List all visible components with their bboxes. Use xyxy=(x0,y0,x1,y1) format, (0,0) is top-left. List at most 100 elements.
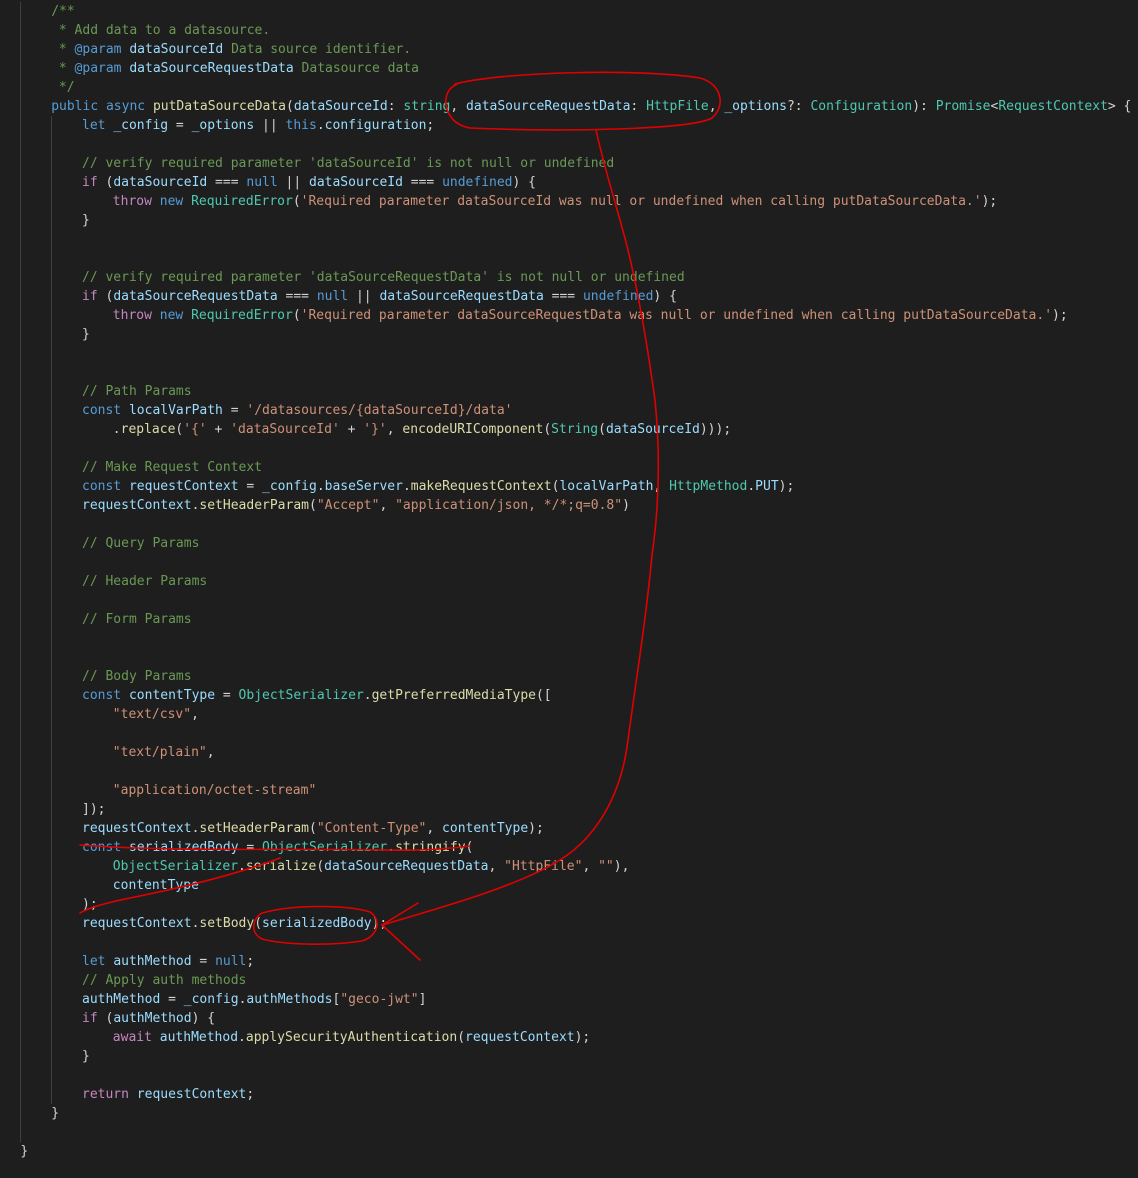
code-token: Data source identifier. xyxy=(223,42,412,57)
code-line[interactable]: const localVarPath = '/datasources/{data… xyxy=(0,401,1138,420)
code-line[interactable]: // Query Params xyxy=(0,534,1138,553)
code-line[interactable]: authMethod = _config.authMethods["geco-j… xyxy=(0,990,1138,1009)
code-token: ; xyxy=(246,1087,255,1102)
code-line[interactable] xyxy=(0,1123,1138,1142)
code-line[interactable]: public async putDataSourceData(dataSourc… xyxy=(0,97,1138,116)
code-token: if xyxy=(82,175,98,190)
code-token: , xyxy=(708,99,725,114)
code-line[interactable] xyxy=(0,648,1138,667)
code-line[interactable]: // verify required parameter 'dataSource… xyxy=(0,268,1138,287)
code-token: ( xyxy=(308,498,317,513)
code-line[interactable] xyxy=(0,629,1138,648)
code-line[interactable]: if (dataSourceRequestData === null || da… xyxy=(0,287,1138,306)
code-token: // Query Params xyxy=(82,536,200,551)
code-line[interactable]: let _config = _options || this.configura… xyxy=(0,116,1138,135)
code-token: new xyxy=(159,308,184,323)
code-line[interactable]: contentType xyxy=(0,876,1138,895)
code-line[interactable] xyxy=(0,553,1138,572)
code-line[interactable]: // Form Params xyxy=(0,610,1138,629)
code-line[interactable] xyxy=(0,515,1138,534)
code-line[interactable]: /** xyxy=(0,2,1138,21)
code-token: new xyxy=(159,194,184,209)
code-token: * Add data to a datasource. xyxy=(58,23,271,38)
code-line[interactable] xyxy=(0,1066,1138,1085)
code-line[interactable]: throw new RequiredError('Required parame… xyxy=(0,306,1138,325)
code-line[interactable]: requestContext.setBody(serializedBody); xyxy=(0,914,1138,933)
code-token: "text/plain" xyxy=(112,745,207,760)
code-line[interactable]: const contentType = ObjectSerializer.get… xyxy=(0,686,1138,705)
code-token: 'Required parameter dataSourceRequestDat… xyxy=(300,308,1053,323)
code-line[interactable]: } xyxy=(0,325,1138,344)
code-line[interactable]: ]); xyxy=(0,800,1138,819)
code-line[interactable]: "application/octet-stream" xyxy=(0,781,1138,800)
code-token: '/datasources/{dataSourceId}/data' xyxy=(246,403,513,418)
code-line[interactable] xyxy=(0,363,1138,382)
code-token: 'dataSourceId' xyxy=(230,422,340,437)
code-line[interactable] xyxy=(0,762,1138,781)
code-line[interactable]: } xyxy=(0,1047,1138,1066)
code-line[interactable]: await authMethod.applySecurityAuthentica… xyxy=(0,1028,1138,1047)
code-token: + xyxy=(206,422,231,437)
code-token: serializedBody xyxy=(262,916,372,931)
code-token: @param xyxy=(74,42,122,57)
code-token: authMethods xyxy=(246,992,333,1007)
code-line[interactable]: * @param dataSourceRequestData Datasourc… xyxy=(0,59,1138,78)
code-line[interactable]: const serializedBody = ObjectSerializer.… xyxy=(0,838,1138,857)
code-line[interactable]: "text/plain", xyxy=(0,743,1138,762)
code-line[interactable]: // Make Request Context xyxy=(0,458,1138,477)
code-line[interactable]: requestContext.setHeaderParam("Content-T… xyxy=(0,819,1138,838)
code-token: ); xyxy=(574,1030,591,1045)
code-token: ] xyxy=(418,992,427,1007)
code-token: authMethod xyxy=(113,954,192,969)
code-token: requestContext xyxy=(82,498,192,513)
code-token: await xyxy=(112,1030,152,1045)
code-token: , xyxy=(386,422,403,437)
code-line[interactable] xyxy=(0,439,1138,458)
code-line[interactable]: * Add data to a datasource. xyxy=(0,21,1138,40)
code-token: = xyxy=(238,479,263,494)
code-line[interactable]: "text/csv", xyxy=(0,705,1138,724)
code-line[interactable]: // Apply auth methods xyxy=(0,971,1138,990)
code-token: if xyxy=(82,289,98,304)
code-token: ))); xyxy=(699,422,732,437)
code-line[interactable] xyxy=(0,933,1138,952)
code-line[interactable]: // Path Params xyxy=(0,382,1138,401)
code-line[interactable] xyxy=(0,135,1138,154)
code-line[interactable]: } xyxy=(0,1142,1138,1161)
code-token: let xyxy=(82,954,106,969)
code-token: ( xyxy=(598,422,606,437)
code-line[interactable]: ); xyxy=(0,895,1138,914)
code-line[interactable]: // Body Params xyxy=(0,667,1138,686)
code-token: _config xyxy=(183,992,239,1007)
code-line[interactable] xyxy=(0,344,1138,363)
code-line[interactable]: } xyxy=(0,1104,1138,1123)
code-line[interactable] xyxy=(0,724,1138,743)
code-token: ); xyxy=(981,194,998,209)
code-line[interactable]: requestContext.setHeaderParam("Accept", … xyxy=(0,496,1138,515)
code-line[interactable]: */ xyxy=(0,78,1138,97)
code-token: RequiredError xyxy=(191,308,293,323)
code-line[interactable] xyxy=(0,230,1138,249)
code-line[interactable]: * @param dataSourceId Data source identi… xyxy=(0,40,1138,59)
code-line[interactable]: ObjectSerializer.serialize(dataSourceReq… xyxy=(0,857,1138,876)
code-line[interactable]: if (dataSourceId === null || dataSourceI… xyxy=(0,173,1138,192)
code-line[interactable]: return requestContext; xyxy=(0,1085,1138,1104)
code-line[interactable] xyxy=(0,591,1138,610)
code-line[interactable]: // Header Params xyxy=(0,572,1138,591)
code-line[interactable]: // verify required parameter 'dataSource… xyxy=(0,154,1138,173)
code-line[interactable]: .replace ('{' + 'dataSourceId' + '}', enc… xyxy=(0,420,1138,439)
code-line[interactable]: throw new RequiredError('Required parame… xyxy=(0,192,1138,211)
code-line[interactable]: let authMethod = null; xyxy=(0,952,1138,971)
code-line[interactable]: const requestContext = _config.baseServe… xyxy=(0,477,1138,496)
code-editor[interactable]: /** * Add data to a datasource. * @param d… xyxy=(0,0,1138,1178)
code-token: , xyxy=(488,859,505,874)
code-line[interactable]: if (authMethod) { xyxy=(0,1009,1138,1028)
code-line[interactable]: } xyxy=(0,211,1138,230)
code-token: PUT xyxy=(755,479,779,494)
code-token: requestContext xyxy=(465,1030,575,1045)
code-line[interactable] xyxy=(0,249,1138,268)
code-token: + xyxy=(339,422,364,437)
